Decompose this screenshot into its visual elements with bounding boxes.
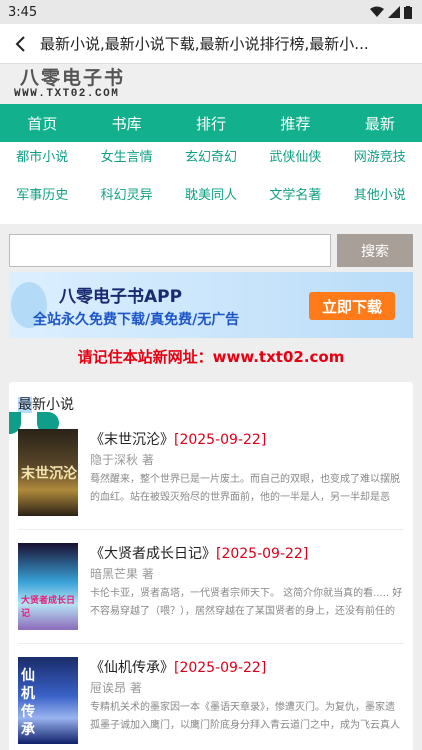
cover-title: 末世沉沦 <box>21 466 77 482</box>
category-link[interactable]: 玄幻奇幻 <box>169 148 253 179</box>
site-logo[interactable]: 八零电子书 WWW.TXT02.COM <box>0 64 422 104</box>
nav-latest[interactable]: 最新 <box>338 104 422 142</box>
signal-icon <box>388 6 400 18</box>
category-link[interactable]: 其他小说 <box>338 186 422 217</box>
top-bar: 最新小说,最新小说下载,最新小说排行榜,最新小... <box>0 24 422 64</box>
wifi-icon <box>370 6 384 17</box>
book-author: 屉诶昂 著 <box>90 681 142 695</box>
page-title: 最新小说,最新小说下载,最新小说排行榜,最新小... <box>40 35 369 53</box>
category-link[interactable]: 武侠仙侠 <box>253 148 337 179</box>
nav-ranking[interactable]: 排行 <box>169 104 253 142</box>
search-bar: 搜索 <box>0 234 422 267</box>
category-grid: 都市小说 女生言情 玄幻奇幻 武侠仙侠 网游竞技 军事历史 科幻灵异 耽美同人 … <box>0 142 422 224</box>
panel-title: 最新小说 <box>9 382 413 418</box>
category-link[interactable]: 网游竞技 <box>338 148 422 179</box>
back-button[interactable] <box>10 33 32 55</box>
book-description: 蓦然醒来，整个世界已是一片废土。而自己的双眼，也变成了难以摆脱的血红。站在被毁灭… <box>90 474 400 503</box>
search-button[interactable]: 搜索 <box>337 234 413 267</box>
book-item[interactable]: 仙机传承 《仙机传承》[2025-09-22] 屉诶昂 著 专精机关术的墨家因一… <box>9 657 413 744</box>
search-input[interactable] <box>9 234 331 267</box>
book-item[interactable]: 大贤者成长日记 《大贤者成长日记》[2025-09-22] 暗黑芒果 著 卡伦卡… <box>9 543 413 630</box>
book-title: 《大贤者成长日记》 <box>90 546 216 562</box>
status-bar: 3:45 <box>0 0 422 24</box>
book-title-line[interactable]: 《仙机传承》[2025-09-22] <box>90 657 404 676</box>
category-link[interactable]: 科幻灵异 <box>84 186 168 217</box>
book-info: 《大贤者成长日记》[2025-09-22] 暗黑芒果 著 卡伦卡亚，贤者高塔，一… <box>90 543 404 630</box>
nav-recommend[interactable]: 推荐 <box>253 104 337 142</box>
battery-icon <box>404 5 412 19</box>
book-title-line[interactable]: 《末世沉沦》[2025-09-22] <box>90 429 404 448</box>
category-link[interactable]: 耽美同人 <box>169 186 253 217</box>
book-description: 专精机关术的墨家因一本《墨语天章录》，惨遭灭门。为复仇，墨家遗孤墨子诚加入鹰门，… <box>90 702 400 731</box>
app-download-banner[interactable]: 八零电子书APP 全站永久免费下载/真免费/无广告 立即下载 <box>9 272 413 338</box>
status-time: 3:45 <box>8 4 38 20</box>
main-nav: 首页 书库 排行 推荐 最新 <box>0 104 422 142</box>
category-link[interactable]: 女生言情 <box>84 148 168 179</box>
divider <box>18 529 404 530</box>
book-date: [2025-09-22] <box>174 432 267 448</box>
cover-title: 仙机传承 <box>21 668 35 738</box>
book-cover[interactable]: 仙机传承 <box>18 657 78 744</box>
banner-headline: 八零电子书APP <box>59 287 183 307</box>
book-title: 《末世沉沦》 <box>90 432 174 448</box>
banner-subline: 全站永久免费下载/真免费/无广告 <box>33 312 240 328</box>
download-now-button[interactable]: 立即下载 <box>309 292 395 320</box>
book-author: 隐于深秋 著 <box>90 453 154 467</box>
selected-text: 最 <box>18 397 32 413</box>
book-title-line[interactable]: 《大贤者成长日记》[2025-09-22] <box>90 543 404 562</box>
cover-title: 大贤者成长日记 <box>21 596 76 619</box>
logo-chinese: 八零电子书 <box>20 67 126 89</box>
nav-home[interactable]: 首页 <box>0 104 84 142</box>
category-link[interactable]: 文学名著 <box>253 186 337 217</box>
new-url-notice: 请记住本站新网址：www.txt02.com <box>77 348 345 366</box>
book-date: [2025-09-22] <box>174 660 267 676</box>
status-icons <box>370 5 412 19</box>
back-arrow-icon <box>15 35 25 52</box>
book-cover[interactable]: 末世沉沦 <box>18 429 78 516</box>
latest-novels-panel: 最新小说 末世沉沦 《末世沉沦》[2025-09-22] 隐于深秋 著 蓦然醒来… <box>9 382 413 750</box>
category-link[interactable]: 都市小说 <box>0 148 84 179</box>
logo-english: WWW.TXT02.COM <box>14 88 120 100</box>
book-info: 《末世沉沦》[2025-09-22] 隐于深秋 著 蓦然醒来，整个世界已是一片废… <box>90 429 404 516</box>
book-cover[interactable]: 大贤者成长日记 <box>18 543 78 630</box>
category-link[interactable]: 军事历史 <box>0 186 84 217</box>
book-title: 《仙机传承》 <box>90 660 174 676</box>
book-item[interactable]: 末世沉沦 《末世沉沦》[2025-09-22] 隐于深秋 著 蓦然醒来，整个世界… <box>9 429 413 516</box>
book-info: 《仙机传承》[2025-09-22] 屉诶昂 著 专精机关术的墨家因一本《墨语天… <box>90 657 404 744</box>
panel-title-rest: 新小说 <box>32 397 74 413</box>
divider <box>18 643 404 644</box>
book-description: 卡伦卡亚，贤者高塔，一代贤者宗师天下。 这简介你就当真的看..... 好不容易穿… <box>90 588 403 617</box>
nav-library[interactable]: 书库 <box>84 104 168 142</box>
book-date: [2025-09-22] <box>216 546 309 562</box>
book-author: 暗黑芒果 著 <box>90 567 154 581</box>
